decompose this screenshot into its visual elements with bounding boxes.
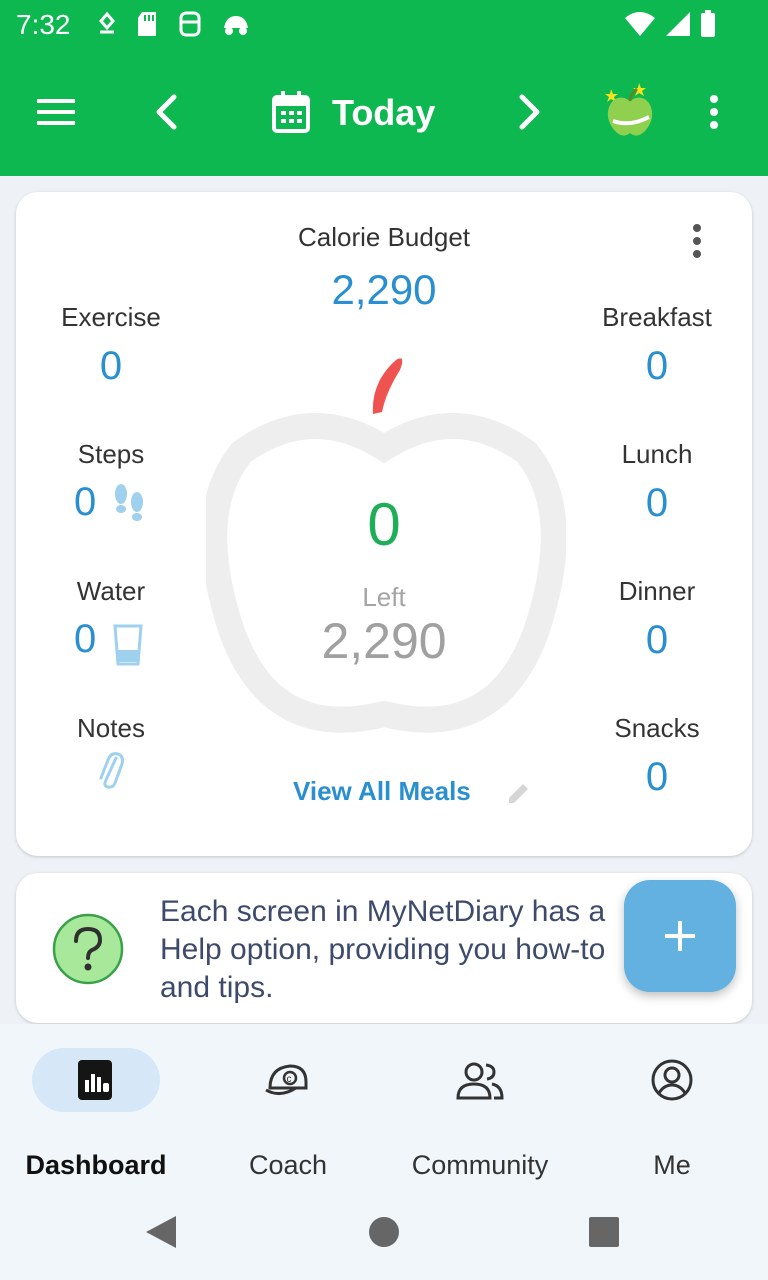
coach-icon: c — [265, 1064, 308, 1095]
steps-value: 0 — [74, 480, 97, 524]
back-icon[interactable] — [144, 1214, 178, 1250]
app-bar: Today — [0, 50, 768, 176]
battery-icon — [701, 10, 715, 37]
lunch-value[interactable]: 0 — [582, 481, 732, 526]
more-vert-icon[interactable] — [700, 90, 728, 134]
dinner-value[interactable]: 0 — [582, 618, 732, 663]
notes-label: Notes — [77, 713, 145, 743]
chevron-right-icon[interactable] — [510, 90, 550, 134]
exercise-label: Exercise — [61, 302, 161, 332]
breakfast-label: Breakfast — [602, 302, 712, 332]
nav-dashboard[interactable]: Dashboard — [0, 1046, 192, 1196]
water-label: Water — [76, 576, 146, 606]
water-item[interactable]: 0 — [74, 617, 96, 662]
water-glass-icon — [113, 624, 143, 666]
plus-icon — [665, 921, 695, 951]
steps-label: Steps — [77, 439, 145, 469]
status-bar: 7:32 — [0, 0, 768, 50]
calorie-summary-card: Calorie Budget 2,290 0 Left 2,290 Exerci… — [16, 192, 752, 856]
steps-item[interactable]: 0 — [74, 480, 96, 525]
nav-me-label: Me — [653, 1150, 691, 1180]
dashboard-icon — [78, 1060, 112, 1100]
footsteps-icon — [115, 484, 143, 521]
nav-community[interactable]: Community — [384, 1046, 576, 1196]
menu-icon[interactable] — [34, 92, 78, 132]
date-title[interactable]: Today — [332, 92, 435, 134]
help-question-icon — [52, 913, 124, 985]
nav-coach[interactable]: c Coach — [192, 1046, 384, 1196]
edit-pencil-icon[interactable] — [506, 780, 532, 806]
sync-icon — [179, 11, 201, 37]
location-icon — [99, 11, 115, 34]
calendar-icon[interactable] — [270, 90, 312, 134]
breakfast-value[interactable]: 0 — [582, 344, 732, 389]
paperclip-icon[interactable] — [96, 750, 126, 790]
chevron-left-icon[interactable] — [146, 90, 186, 134]
add-button[interactable] — [624, 880, 736, 992]
car-icon — [224, 16, 248, 35]
view-all-meals-link[interactable]: View All Meals — [293, 776, 471, 807]
exercise-value[interactable]: 0 — [36, 344, 186, 389]
status-time: 7:32 — [16, 9, 71, 40]
signal-icon — [666, 12, 690, 36]
nav-dashboard-label: Dashboard — [25, 1150, 167, 1180]
nav-coach-label: Coach — [248, 1150, 328, 1180]
home-icon[interactable] — [368, 1216, 400, 1248]
lunch-label: Lunch — [621, 439, 693, 469]
apple-logo-icon[interactable] — [600, 80, 660, 140]
community-icon — [456, 1062, 504, 1100]
water-value: 0 — [74, 617, 97, 661]
nav-me[interactable]: Me — [576, 1046, 768, 1196]
system-navigation-bar — [0, 1184, 768, 1280]
nav-community-label: Community — [411, 1150, 549, 1180]
recents-icon[interactable] — [588, 1216, 620, 1248]
profile-icon — [651, 1059, 693, 1101]
sd-card-icon — [138, 12, 156, 36]
card-more-icon[interactable] — [692, 224, 710, 258]
dinner-label: Dinner — [618, 576, 696, 606]
wifi-icon — [625, 12, 655, 36]
snacks-label: Snacks — [614, 713, 700, 743]
calorie-budget-label: Calorie Budget — [298, 222, 470, 252]
snacks-value[interactable]: 0 — [582, 755, 732, 800]
svg-text:c: c — [287, 1074, 292, 1085]
